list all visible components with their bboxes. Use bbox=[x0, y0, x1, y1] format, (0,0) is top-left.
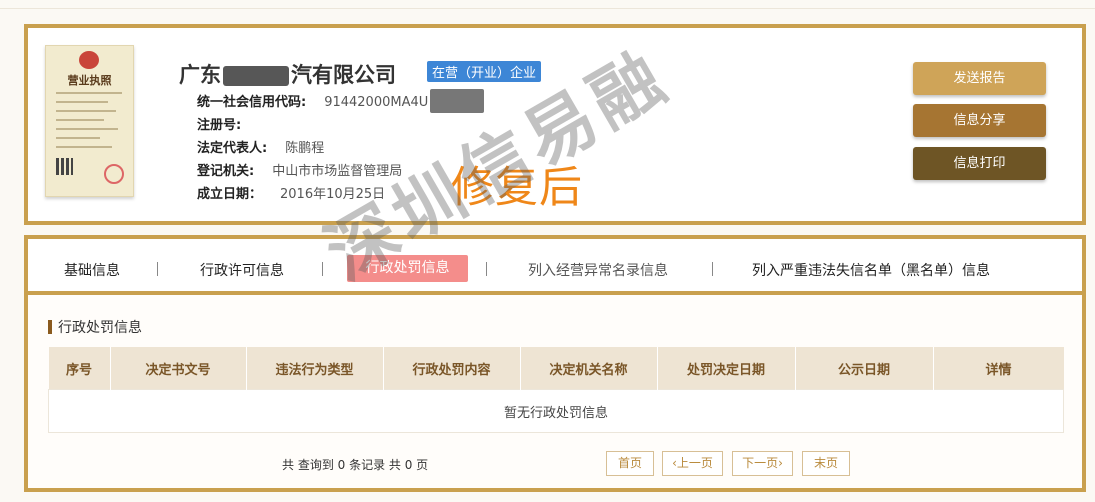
status-badge: 在营（开业）企业 bbox=[427, 61, 542, 82]
license-line bbox=[56, 128, 118, 130]
column-header: 处罚决定日期 bbox=[657, 347, 796, 390]
print-button[interactable]: 信息打印 bbox=[913, 147, 1046, 180]
repaired-label: 修复后 bbox=[451, 163, 583, 213]
column-header: 行政处罚内容 bbox=[383, 347, 521, 390]
license-line bbox=[56, 110, 116, 112]
table-row: 暂无行政处罚信息 bbox=[48, 389, 1064, 433]
redacted-block bbox=[223, 66, 289, 86]
send-report-button[interactable]: 发送报告 bbox=[913, 62, 1046, 95]
field-value: 91442000MA4U bbox=[324, 95, 429, 110]
section-marker bbox=[48, 320, 52, 334]
section-title: 行政处罚信息 bbox=[48, 317, 142, 337]
tab-separator bbox=[712, 262, 713, 276]
qr-code-icon bbox=[56, 158, 73, 175]
company-name: 广东 汽有限公司 bbox=[179, 59, 396, 89]
seal-icon bbox=[104, 164, 124, 184]
column-header: 违法行为类型 bbox=[246, 347, 384, 390]
next-label: 下一页 bbox=[742, 456, 779, 470]
field-label: 统一社会信用代码: bbox=[197, 95, 307, 110]
last-page-button[interactable]: 末页 bbox=[802, 451, 850, 476]
tab-blacklist[interactable]: 列入严重违法失信名单（黑名单）信息 bbox=[752, 260, 990, 280]
pagination-summary: 共 查询到 0 条记录 共 0 页 bbox=[282, 458, 429, 472]
share-button[interactable]: 信息分享 bbox=[913, 104, 1046, 137]
license-line bbox=[56, 119, 104, 121]
section-title-text: 行政处罚信息 bbox=[58, 320, 142, 336]
field-label: 登记机关: bbox=[197, 164, 255, 179]
field-label: 成立日期： bbox=[197, 187, 263, 202]
company-name-suffix: 汽有限公司 bbox=[291, 63, 396, 87]
prev-page-button[interactable]: ‹上一页 bbox=[662, 451, 723, 476]
license-line bbox=[56, 137, 100, 139]
column-header: 公示日期 bbox=[795, 347, 934, 390]
tab-admin-license[interactable]: 行政许可信息 bbox=[200, 260, 284, 280]
redacted-block bbox=[430, 89, 484, 113]
license-line bbox=[56, 101, 108, 103]
tab-separator bbox=[157, 262, 158, 276]
column-header: 序号 bbox=[48, 347, 111, 390]
field-value: 2016年10月25日 bbox=[280, 187, 386, 202]
legal-rep-row: 法定代表人: 陈鹏程 bbox=[197, 137, 324, 156]
field-value: 中山市市场监督管理局 bbox=[272, 164, 403, 179]
table-header-row: 序号 决定书文号 违法行为类型 行政处罚内容 决定机关名称 处罚决定日期 公示日… bbox=[48, 347, 1064, 390]
next-page-button[interactable]: 下一页› bbox=[732, 451, 793, 476]
top-divider bbox=[0, 8, 1095, 9]
first-page-button[interactable]: 首页 bbox=[606, 451, 654, 476]
field-value: 陈鹏程 bbox=[285, 141, 325, 156]
tab-basic-info[interactable]: 基础信息 bbox=[64, 260, 120, 280]
established-date-row: 成立日期： 2016年10月25日 bbox=[197, 183, 385, 202]
national-emblem-icon bbox=[79, 51, 99, 69]
field-label: 注册号: bbox=[197, 118, 242, 133]
reg-number-row: 注册号: bbox=[197, 114, 259, 133]
prev-label: 上一页 bbox=[676, 456, 713, 470]
column-header: 决定书文号 bbox=[110, 347, 247, 390]
column-header: 详情 bbox=[933, 347, 1064, 390]
tab-separator bbox=[322, 262, 323, 276]
registration-authority-row: 登记机关: 中山市市场监督管理局 bbox=[197, 160, 402, 179]
tab-separator bbox=[486, 262, 487, 276]
empty-message: 暂无行政处罚信息 bbox=[48, 389, 1064, 433]
credit-code-row: 统一社会信用代码: 91442000MA4U bbox=[197, 91, 428, 110]
field-label: 法定代表人: bbox=[197, 141, 268, 156]
chevron-right-icon: › bbox=[778, 456, 783, 470]
penalty-table: 序号 决定书文号 违法行为类型 行政处罚内容 决定机关名称 处罚决定日期 公示日… bbox=[48, 347, 1064, 433]
license-title: 营业执照 bbox=[67, 74, 112, 87]
license-line bbox=[56, 92, 122, 94]
tab-abnormal-list[interactable]: 列入经营异常名录信息 bbox=[528, 260, 668, 280]
license-line bbox=[56, 146, 112, 148]
business-license-image: 营业执照 bbox=[45, 45, 134, 197]
column-header: 决定机关名称 bbox=[520, 347, 658, 390]
company-name-prefix: 广东 bbox=[179, 63, 221, 87]
tab-admin-penalty[interactable]: 行政处罚信息 bbox=[347, 255, 468, 282]
